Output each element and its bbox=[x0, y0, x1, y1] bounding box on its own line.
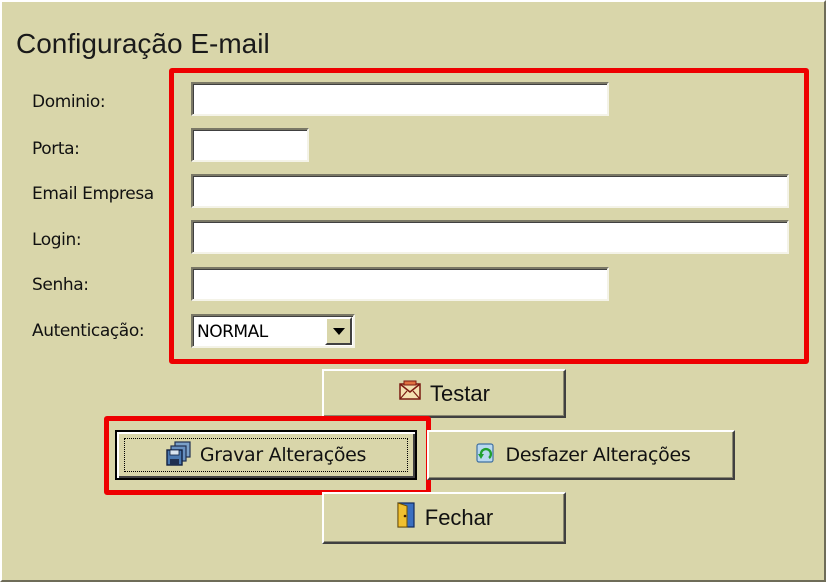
autenticacao-label: Autenticação: bbox=[32, 321, 145, 341]
dominio-label: Dominio: bbox=[32, 92, 106, 112]
login-label: Login: bbox=[32, 230, 82, 250]
fechar-button[interactable]: Fechar bbox=[322, 492, 566, 544]
testar-button[interactable]: Testar bbox=[322, 369, 566, 418]
porta-label: Porta: bbox=[32, 139, 80, 159]
fechar-label: Fechar bbox=[424, 505, 494, 530]
door-exit-icon bbox=[395, 502, 417, 534]
envelope-icon bbox=[398, 380, 422, 408]
testar-label: Testar bbox=[430, 380, 490, 406]
focus-rect bbox=[124, 438, 408, 472]
page-title: Configuração E-mail bbox=[16, 28, 270, 59]
gravar-alteracoes-button[interactable]: Gravar Alterações bbox=[115, 430, 417, 480]
desfazer-alteracoes-button[interactable]: Desfazer Alterações bbox=[427, 430, 735, 480]
email-config-window: Configuração E-mail Dominio: Porta: Emai… bbox=[0, 0, 826, 582]
undo-recycle-icon bbox=[472, 441, 498, 470]
email-empresa-label: Email Empresa bbox=[32, 184, 154, 204]
desfazer-alteracoes-label: Desfazer Alterações bbox=[505, 444, 691, 466]
senha-label: Senha: bbox=[32, 275, 89, 295]
fields-highlight-box bbox=[169, 68, 809, 364]
